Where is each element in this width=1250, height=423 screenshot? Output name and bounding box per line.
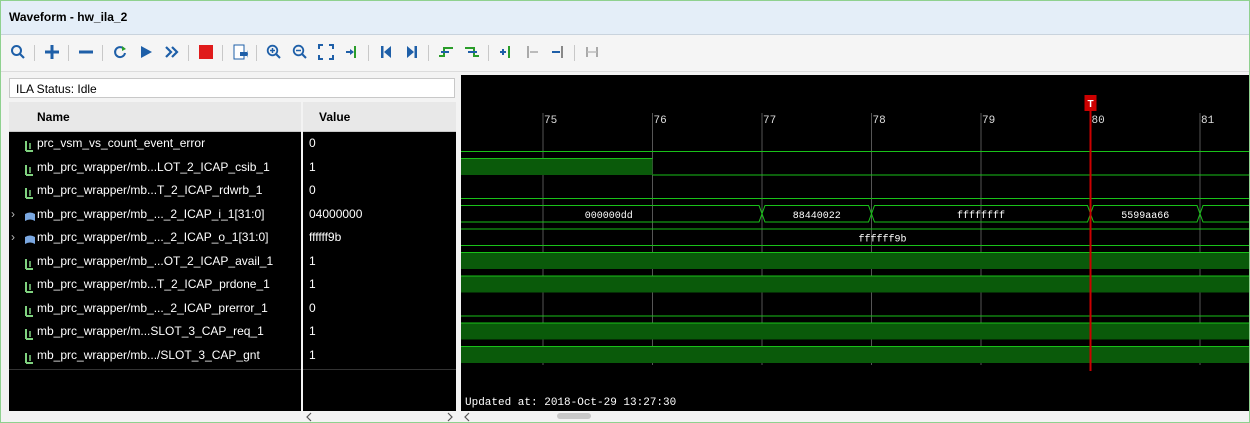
time-tick-label: 78 (873, 115, 886, 127)
signal-row[interactable]: mb_prc_wrapper/mb_...OT_2_ICAP_avail_1 (9, 250, 301, 272)
toolbar (1, 35, 1249, 72)
signal-row[interactable]: mb_prc_wrapper/mb...T_2_ICAP_prdone_1 (9, 273, 301, 295)
signal-name: mb_prc_wrapper/mb_...OT_2_ICAP_avail_1 (37, 253, 274, 268)
name-column-header[interactable]: Name (9, 102, 301, 132)
time-tick-label: 76 (654, 115, 667, 127)
time-tick-label: 77 (763, 115, 776, 127)
signal-value: 0 (309, 183, 316, 197)
zoom-out-icon[interactable] (289, 41, 311, 63)
stop-icon[interactable] (195, 41, 217, 63)
signal-value-row: 1 (303, 250, 456, 272)
trigger-marker-label: T (1087, 99, 1093, 110)
signal-value-row: ffffff9b (303, 226, 456, 248)
signal-value: 0 (309, 300, 316, 315)
bus-value-label: 000000dd (585, 210, 633, 222)
trace-high (461, 252, 1249, 269)
signal-row[interactable]: › mb_prc_wrapper/mb_..._2_ICAP_o_1[31:0] (9, 226, 301, 248)
trace-high (461, 346, 1249, 363)
wire-signal-icon (24, 349, 34, 371)
signal-value-row: 1 (303, 344, 456, 366)
signal-value-row: 0 (303, 132, 456, 154)
list-end-divider (303, 369, 456, 370)
signal-row[interactable]: › mb_prc_wrapper/mb_..._2_ICAP_i_1[31:0] (9, 203, 301, 225)
go-to-end-icon[interactable] (401, 41, 423, 63)
signal-value-row: 04000000 (303, 203, 456, 225)
signal-value: 1 (309, 253, 316, 268)
signal-row[interactable]: mb_prc_wrapper/mb.../SLOT_3_CAP_gnt (9, 344, 301, 366)
zoom-in-icon[interactable] (263, 41, 285, 63)
bus-value-label: 88440022 (793, 211, 841, 222)
time-tick-label: 80 (1092, 115, 1105, 127)
list-end-divider (9, 369, 301, 370)
bus-segment (1199, 205, 1249, 223)
add-marker-icon[interactable] (495, 41, 517, 63)
run-trigger-icon[interactable] (135, 41, 157, 63)
bus-value-label: ffffff9b (858, 233, 906, 245)
signal-row[interactable]: mb_prc_wrapper/mb...T_2_ICAP_rdwrb_1 (9, 179, 301, 201)
signal-name: mb_prc_wrapper/mb_..._2_ICAP_prerror_1 (37, 300, 268, 315)
add-icon[interactable] (41, 41, 63, 63)
signal-value: 0 (309, 136, 316, 150)
next-marker-icon (547, 41, 569, 63)
ila-status: ILA Status: Idle (9, 78, 455, 98)
title-bar: Waveform - hw_ila_2 (1, 1, 1249, 35)
signal-value: 1 (309, 277, 316, 291)
time-tick-label: 75 (544, 115, 557, 127)
signal-row[interactable]: mb_prc_wrapper/mb_..._2_ICAP_prerror_1 (9, 297, 301, 319)
expand-chevron-icon[interactable]: › (11, 226, 15, 248)
window-title: Waveform - hw_ila_2 (9, 10, 128, 24)
export-icon[interactable] (229, 41, 251, 63)
signal-value: 1 (309, 324, 316, 338)
waveform-scrollbar[interactable] (461, 411, 1249, 422)
run-immediate-icon[interactable] (161, 41, 183, 63)
expand-chevron-icon[interactable]: › (11, 203, 15, 225)
signal-name: mb_prc_wrapper/mb...T_2_ICAP_prdone_1 (37, 277, 270, 291)
signal-row[interactable]: mb_prc_wrapper/mb...LOT_2_ICAP_csib_1 (9, 156, 301, 178)
prev-transition-icon[interactable] (435, 41, 457, 63)
signal-name-list: prc_vsm_vs_count_event_error mb_prc_wrapp… (9, 132, 301, 411)
signal-value-list: 0 1 0 04000000 ffffff9b 1 1 0 1 1 (303, 132, 456, 411)
waveform-window: Waveform - hw_ila_2 ILA Status: Idle Nam… (0, 0, 1250, 423)
signal-name: mb_prc_wrapper/mb_..._2_ICAP_i_1[31:0] (37, 206, 265, 221)
signal-value: 1 (309, 159, 316, 174)
bus-value-label: 5599aa66 (1121, 211, 1169, 222)
signal-name: mb_prc_wrapper/m...SLOT_3_CAP_req_1 (37, 324, 264, 338)
zoom-fit-icon[interactable] (315, 41, 337, 63)
trace-high (461, 276, 1249, 293)
value-column-header[interactable]: Value (303, 102, 456, 132)
signal-value: ffffff9b (309, 230, 342, 244)
value-scrollbar[interactable] (303, 411, 456, 422)
signal-value-row: 0 (303, 179, 456, 201)
next-transition-icon[interactable] (461, 41, 483, 63)
signal-name: mb_prc_wrapper/mb...T_2_ICAP_rdwrb_1 (37, 183, 263, 197)
signal-name: mb_prc_wrapper/mb_..._2_ICAP_o_1[31:0] (37, 230, 269, 244)
prev-marker-icon (521, 41, 543, 63)
swap-cursors-icon (581, 41, 603, 63)
refresh-icon[interactable] (109, 41, 131, 63)
updated-timestamp: Updated at: 2018-Oct-29 13:27:30 (465, 397, 676, 409)
remove-icon[interactable] (75, 41, 97, 63)
trace-high (461, 323, 1249, 340)
trace-high (461, 158, 653, 175)
signal-value-row: 0 (303, 297, 456, 319)
signal-value: 04000000 (309, 206, 363, 221)
signal-row[interactable]: prc_vsm_vs_count_event_error (9, 132, 301, 154)
signal-name: mb_prc_wrapper/mb.../SLOT_3_CAP_gnt (37, 347, 260, 362)
signal-value-row: 1 (303, 320, 456, 342)
signal-value-row: 1 (303, 273, 456, 295)
signal-value-row: 1 (303, 156, 456, 178)
waveform-canvas: 75 76 77 78 79 80 81 000000dd 88440022 ffffffff 55… (461, 95, 1249, 409)
bus-segment (461, 228, 1249, 246)
waveform-panel[interactable]: 75 76 77 78 79 80 81 000000dd 88440022 ffffffff 55… (461, 75, 1249, 411)
time-tick-label: 79 (982, 115, 995, 127)
signal-name: prc_vsm_vs_count_event_error (37, 136, 206, 150)
go-to-cursor-icon[interactable] (341, 41, 363, 63)
signal-row[interactable]: mb_prc_wrapper/m...SLOT_3_CAP_req_1 (9, 320, 301, 342)
time-tick-label: 81 (1201, 115, 1215, 127)
search-icon[interactable] (7, 41, 29, 63)
bus-value-label: ffffffff (957, 210, 1005, 222)
go-to-start-icon[interactable] (375, 41, 397, 63)
signal-name: mb_prc_wrapper/mb...LOT_2_ICAP_csib_1 (37, 159, 270, 174)
signal-value: 1 (309, 347, 316, 362)
